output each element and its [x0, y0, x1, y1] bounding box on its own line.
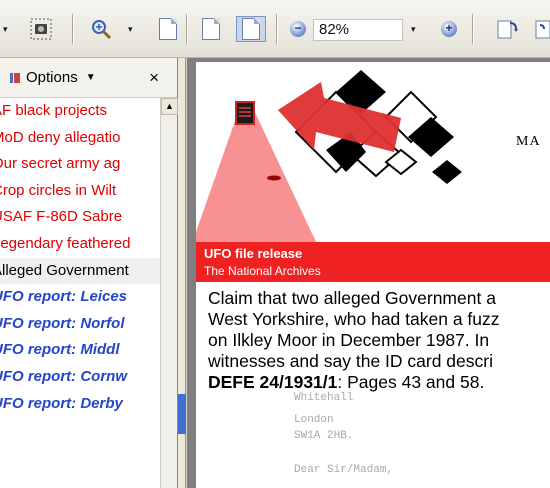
faded-address-line: Whitehall [294, 392, 354, 404]
bookmark-item[interactable]: UFO report: Middl [0, 337, 160, 364]
zoom-dropdown-arrow-icon[interactable]: ▾ [128, 16, 133, 42]
description-line: witnesses and say the ID card descri [208, 351, 493, 371]
dropdown-arrow-icon[interactable]: ▾ [3, 16, 8, 42]
bookmark-item[interactable]: AF black projects [0, 98, 160, 125]
description-line: Claim that two alleged Government a [208, 288, 496, 308]
description-line: West Yorkshire, who had taken a fuzz [208, 309, 500, 329]
page-reference: : Pages 43 and 58. [337, 372, 485, 392]
single-page-icon [202, 18, 220, 40]
scroll-up-arrow-icon[interactable]: ▲ [161, 98, 178, 115]
page-button[interactable] [156, 16, 180, 42]
description-line: on Ilkley Moor in December 1987. In [208, 330, 490, 350]
bookmark-item[interactable]: UFO report: Cornw [0, 364, 160, 391]
banner-subtitle: The National Archives [204, 264, 321, 278]
document-marker-icon [235, 101, 255, 125]
single-page-button[interactable] [198, 16, 224, 42]
document-description: Claim that two alleged Government a West… [208, 288, 550, 393]
bookmark-item[interactable]: USAF F-86D Sabre [0, 204, 160, 231]
reference-line: DEFE 24/1931/1: Pages 43 and 58. [208, 372, 550, 393]
document-page: MA UFO file release The National Archive… [196, 62, 550, 488]
page-edit-icon [535, 20, 550, 39]
bookmarks-panel: Options ▼ × AF black projects MoD deny al… [0, 58, 178, 488]
file-release-banner: UFO file release The National Archives [196, 242, 550, 282]
close-panel-button[interactable]: × [149, 68, 159, 88]
toolbar-separator [186, 14, 188, 44]
toolbar-separator [276, 14, 278, 44]
next-tool-button[interactable] [534, 16, 550, 42]
page-icon [159, 18, 177, 40]
zoom-in-icon [92, 20, 112, 40]
zoom-plus-icon: + [441, 21, 457, 37]
snapshot-button[interactable] [28, 16, 54, 42]
zoom-out-button[interactable]: − [289, 16, 307, 42]
continuous-page-button[interactable] [236, 16, 266, 42]
zoom-value: 82% [319, 21, 350, 38]
bookmark-list: AF black projects MoD deny allegatio Our s… [0, 98, 160, 488]
bookmark-item[interactable]: Alleged Government [0, 257, 160, 285]
toolbar-separator [72, 14, 74, 44]
panel-scrollbar[interactable]: ▲ [160, 98, 178, 488]
continuous-page-icon [242, 18, 260, 40]
bookmark-item[interactable]: UFO report: Norfol [0, 311, 160, 338]
bookmark-item[interactable]: Legendary feathered [0, 231, 160, 258]
options-dropdown-icon[interactable]: ▼ [86, 72, 96, 83]
zoom-out-icon: − [290, 21, 306, 37]
faded-address-line: London [294, 414, 334, 426]
file-reference: DEFE 24/1931/1 [208, 372, 338, 392]
rotate-icon [497, 20, 518, 39]
toolbar: ▾ ▾ − 82% ▾ + [0, 0, 550, 58]
bookmark-item[interactable]: MoD deny allegatio [0, 125, 160, 152]
snapshot-icon [30, 18, 52, 40]
letterhead-text: MA [516, 134, 541, 149]
toolbar-separator [472, 14, 474, 44]
bookmark-item[interactable]: UFO report: Derby [0, 391, 160, 418]
options-menu-button[interactable]: Options [26, 69, 78, 86]
panel-header: Options ▼ × [0, 58, 177, 98]
zoom-level-dropdown-arrow-icon[interactable]: ▾ [411, 16, 416, 42]
zoom-in-button[interactable] [88, 16, 114, 42]
bookmark-item[interactable]: Our secret army ag [0, 151, 160, 178]
zoom-plus-button[interactable]: + [440, 16, 458, 42]
bookmark-item[interactable]: Crop circles in Wilt [0, 178, 160, 205]
faded-salutation: Dear Sir/Madam, [294, 464, 394, 476]
bookmark-item[interactable]: UFO report: Leices [0, 284, 160, 311]
splitter-grip[interactable] [178, 394, 186, 434]
banner-title: UFO file release [204, 246, 303, 261]
options-icon [10, 72, 20, 84]
zoom-input[interactable]: 82% [313, 19, 403, 41]
rotate-button[interactable] [494, 16, 520, 42]
faded-address-line: SW1A 2HB. [294, 430, 354, 442]
